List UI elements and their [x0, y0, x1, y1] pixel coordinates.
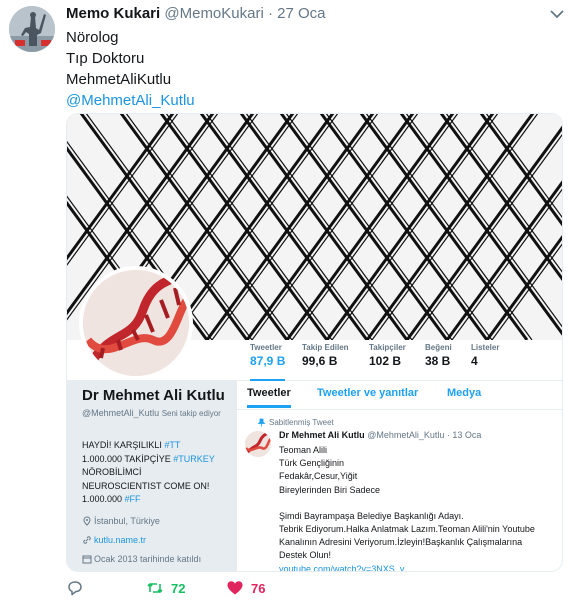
- pinned-label: Sabitlenmiş Tweet: [269, 418, 334, 427]
- profile-name: Dr Mehmet Ali Kutlu: [82, 387, 225, 404]
- pinned-line: Kanalının Adresini Veriyorum.İzleyin!Baş…: [279, 537, 523, 548]
- dna-helix-icon: [245, 431, 271, 457]
- bio-text: NÖROBİLİMCİ: [82, 467, 142, 477]
- separator: ·: [267, 5, 273, 22]
- pinned-line: Fedakâr,Cesur,Yiğit: [279, 471, 358, 482]
- bio-text: HAYDİ! KARŞILIKLI: [82, 440, 165, 450]
- stat-label: Takip Edilen: [302, 343, 349, 352]
- stat-followers[interactable]: Takipçiler 102 B: [369, 340, 406, 381]
- like-button[interactable]: 76: [226, 579, 265, 597]
- bio-text: 1.000.000: [82, 494, 125, 504]
- pinned-line: Destek Olun!: [279, 550, 332, 561]
- hashtag-link: #FF: [124, 494, 141, 504]
- timeline-tabs: Tweetler Tweetler ve yanıtlar Medya: [237, 381, 562, 410]
- profile-handle-block: @MehmetAli_Kutlu Seni takip ediyor: [82, 406, 232, 421]
- separator: ·: [446, 430, 450, 440]
- stat-label: Takipçiler: [369, 343, 406, 352]
- retweet-icon: [147, 583, 163, 593]
- heart-icon: [227, 581, 243, 595]
- profile-avatar: [79, 266, 193, 380]
- pinned-line: Tebrik Ediyorum.Halka Anlatmak Lazım.Teo…: [279, 524, 535, 535]
- tweet-line: MehmetAliKutlu: [66, 71, 172, 88]
- chevron-down-icon[interactable]: [549, 8, 565, 20]
- stat-label: Listeler: [471, 343, 500, 352]
- stat-label: Tweetler: [250, 343, 282, 352]
- tab-tweets: Tweetler: [247, 387, 291, 408]
- author-name[interactable]: Memo Kukari: [66, 5, 160, 22]
- profile-bio: HAYDİ! KARŞILIKLI #TT 1.000.000 TAKİPÇİY…: [82, 439, 234, 507]
- youtube-link: youtube.com/watch?v=3NXS_v...: [279, 563, 412, 572]
- stat-value: 102 B: [369, 354, 402, 368]
- hashtag-link: #TT: [164, 440, 181, 450]
- tab-tweets-replies: Tweetler ve yanıtlar: [317, 387, 419, 399]
- profile-location: İstanbul, Türkiye: [82, 516, 160, 526]
- stat-value: 99,6 B: [302, 354, 338, 368]
- joined-text: Ocak 2013 tarihinde katıldı: [94, 554, 202, 564]
- reply-button[interactable]: [66, 579, 91, 597]
- tweet[interactable]: Memo Kukari @MemoKukari · 27 Oca Nörolog…: [0, 0, 577, 601]
- pinned-author-handle: @MehmetAli_Kutlu: [367, 430, 445, 440]
- stat-value: 87,9 B: [250, 354, 286, 368]
- tweet-date[interactable]: 27 Oca: [277, 5, 325, 22]
- stat-label: Beğeni: [425, 343, 452, 352]
- hashtag-link: #TURKEY: [173, 453, 215, 464]
- profile-card-image[interactable]: Tweetler 87,9 B Takip Edilen 99,6 B Taki…: [66, 113, 563, 572]
- location-text: İstanbul, Türkiye: [94, 516, 160, 526]
- profile-timeline: Tweetler Tweetler ve yanıtlar Medya Sabi…: [237, 381, 562, 572]
- stat-tweets[interactable]: Tweetler 87,9 B: [250, 340, 286, 382]
- bio-text: 1.000.000 TAKİPÇİYE: [82, 453, 174, 464]
- tab-media: Medya: [447, 387, 482, 399]
- retweet-count: 72: [171, 580, 186, 596]
- bio-text: NEUROSCIENTIST COME ON!: [82, 480, 210, 491]
- pinned-tweet-text: Teoman Alili Türk Gençliğinin Fedakâr,Ce…: [279, 444, 559, 572]
- stat-likes[interactable]: Beğeni 38 B: [425, 340, 452, 381]
- tweet-actions: 72 76: [66, 577, 486, 599]
- profile-joined: Ocak 2013 tarihinde katıldı: [82, 554, 201, 564]
- pinned-line: Bireylerinden Biri Sadece: [279, 484, 381, 495]
- stat-lists[interactable]: Listeler 4: [471, 340, 499, 381]
- like-count: 76: [251, 580, 266, 596]
- profile-website: kutlu.name.tr: [82, 535, 146, 545]
- website-link: kutlu.name.tr: [94, 535, 147, 545]
- stat-following[interactable]: Takip Edilen 99,6 B: [302, 340, 349, 381]
- author-avatar[interactable]: [9, 6, 55, 52]
- stat-value: 38 B: [425, 354, 451, 368]
- pinned-date: 13 Oca: [452, 430, 482, 440]
- pinned-line: Türk Gençliğinin: [279, 458, 345, 469]
- link-icon: [83, 536, 91, 544]
- pinned-author-name: Dr Mehmet Ali Kutlu: [279, 430, 365, 440]
- tweet-text: Nörolog Tıp Doktoru MehmetAliKutlu @Mehm…: [66, 27, 195, 111]
- pinned-indicator: Sabitlenmiş Tweet: [257, 418, 334, 427]
- pinned-line: Şimdi Bayrampaşa Belediye Başkanlığı Ada…: [279, 510, 464, 521]
- follows-you-badge: Seni takip ediyor: [161, 409, 221, 418]
- retweet-button[interactable]: 72: [146, 579, 185, 597]
- dna-helix-icon: [83, 270, 189, 376]
- author-handle[interactable]: @MemoKukari: [164, 5, 263, 22]
- tweet-line: Nörolog: [66, 29, 119, 46]
- tweet-line: Tıp Doktoru: [66, 50, 145, 67]
- location-pin-icon: [83, 516, 91, 526]
- pinned-author-avatar: [245, 431, 271, 457]
- reply-icon: [68, 581, 82, 596]
- pin-icon: [257, 418, 266, 427]
- calendar-icon: [82, 555, 92, 564]
- statue-avatar-icon: [9, 6, 55, 52]
- tweet-header: Memo Kukari @MemoKukari · 27 Oca: [66, 4, 326, 24]
- stat-value: 4: [471, 354, 478, 368]
- mention-link[interactable]: @MehmetAli_Kutlu: [66, 90, 195, 111]
- profile-handle: @MehmetAli_Kutlu: [82, 408, 160, 418]
- pinned-tweet-header: Dr Mehmet Ali Kutlu @MehmetAli_Kutlu · 1…: [279, 430, 481, 440]
- pinned-line: Teoman Alili: [279, 445, 328, 455]
